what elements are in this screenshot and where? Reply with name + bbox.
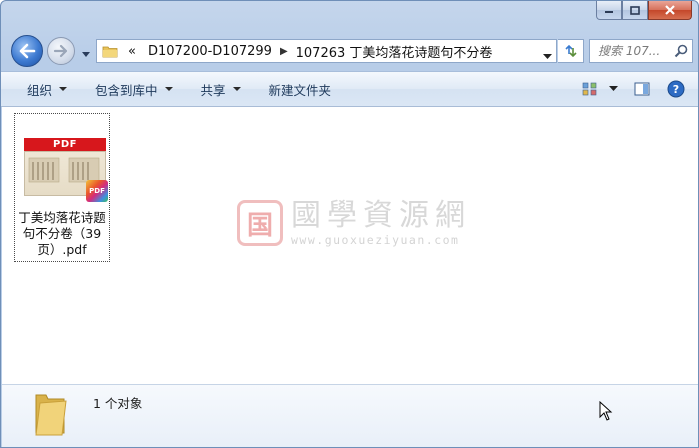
chevron-down-icon bbox=[82, 52, 90, 57]
close-button[interactable] bbox=[648, 1, 692, 20]
view-grid-icon bbox=[582, 82, 597, 96]
refresh-button[interactable] bbox=[558, 39, 584, 63]
back-button[interactable] bbox=[11, 35, 43, 67]
share-button[interactable]: 共享 bbox=[187, 72, 255, 106]
svg-text:?: ? bbox=[673, 83, 679, 96]
chevron-down-icon bbox=[543, 54, 552, 59]
minimize-icon bbox=[605, 11, 613, 13]
help-icon: ? bbox=[667, 80, 685, 98]
minimize-button[interactable] bbox=[596, 1, 622, 20]
breadcrumb-overflow[interactable]: « bbox=[128, 44, 136, 59]
organize-label: 组织 bbox=[27, 82, 53, 98]
breadcrumb-item-parent[interactable]: D107200-D107299 bbox=[148, 44, 272, 59]
breadcrumb: « D107200-D107299 ▶ 107263 丁美均落花诗题句不分卷 bbox=[118, 42, 492, 61]
navigation-bar: « D107200-D107299 ▶ 107263 丁美均落花诗题句不分卷 bbox=[1, 29, 698, 71]
chevron-down-icon bbox=[608, 86, 618, 91]
breadcrumb-separator-icon[interactable]: ▶ bbox=[280, 46, 288, 57]
preview-pane-button[interactable] bbox=[628, 76, 656, 102]
details-pane: 1 个对象 bbox=[2, 384, 698, 447]
preview-pane-icon bbox=[634, 82, 650, 96]
folder-icon bbox=[102, 46, 118, 57]
file-name-label: 丁美均落花诗题句不分卷（39页）.pdf bbox=[18, 210, 106, 257]
new-folder-button[interactable]: 新建文件夹 bbox=[255, 72, 346, 106]
caret-down-icon bbox=[232, 87, 241, 91]
watermark-logo: 国 國學資源網 www.guoxueziyuan.com bbox=[237, 199, 471, 247]
help-button[interactable]: ? bbox=[662, 76, 690, 102]
folder-icon bbox=[35, 394, 67, 436]
arrow-left-icon bbox=[19, 43, 36, 59]
forward-button[interactable] bbox=[47, 37, 75, 65]
include-in-library-label: 包含到库中 bbox=[95, 82, 158, 98]
watermark-seal: 国 bbox=[237, 200, 283, 246]
organize-button[interactable]: 组织 bbox=[1, 72, 81, 106]
search-box[interactable] bbox=[589, 39, 693, 63]
pdf-app-badge: PDF bbox=[86, 180, 108, 202]
arrow-right-icon bbox=[53, 44, 68, 58]
maximize-icon bbox=[630, 5, 640, 15]
file-item-pdf[interactable]: PDF PDF 丁美均落花诗题句不分卷（39页）.pdf bbox=[14, 113, 110, 262]
watermark-text: 國學資源網 www.guoxueziyuan.com bbox=[291, 198, 471, 248]
caption-buttons bbox=[596, 1, 692, 20]
new-folder-label: 新建文件夹 bbox=[268, 82, 332, 98]
caret-down-icon bbox=[164, 87, 173, 91]
share-label: 共享 bbox=[200, 82, 226, 98]
explorer-window: « D107200-D107299 ▶ 107263 丁美均落花诗题句不分卷 搜… bbox=[0, 0, 699, 448]
view-options-dropdown[interactable] bbox=[604, 76, 622, 102]
breadcrumb-item-current[interactable]: 107263 丁美均落花诗题句不分卷 bbox=[296, 42, 493, 61]
watermark-chinese: 國學資源網 bbox=[291, 198, 471, 233]
item-count-text: 1 个对象 bbox=[93, 396, 143, 411]
include-in-library-button[interactable]: 包含到库中 bbox=[81, 72, 187, 106]
watermark-url: www.guoxueziyuan.com bbox=[291, 233, 460, 247]
change-view-button[interactable] bbox=[576, 76, 604, 102]
pdf-thumbnail: PDF PDF bbox=[20, 138, 108, 202]
recent-pages-button[interactable] bbox=[81, 47, 91, 61]
close-icon bbox=[665, 5, 675, 15]
file-list-area[interactable]: 国 國學資源網 www.guoxueziyuan.com PDF PDF 丁美均… bbox=[2, 107, 698, 384]
maximize-button[interactable] bbox=[622, 1, 648, 20]
search-icon[interactable] bbox=[674, 44, 688, 58]
toolbar-right-group: ? bbox=[576, 72, 698, 106]
search-input[interactable] bbox=[598, 44, 674, 58]
command-bar: 组织 包含到库中 共享 新建文件夹 ? bbox=[1, 71, 698, 107]
address-dropdown-button[interactable] bbox=[543, 49, 552, 63]
refresh-icon bbox=[564, 44, 577, 58]
pdf-thumbnail-header: PDF bbox=[24, 138, 106, 151]
mouse-cursor-icon bbox=[599, 401, 613, 421]
caret-down-icon bbox=[59, 87, 68, 91]
address-bar[interactable]: « D107200-D107299 ▶ 107263 丁美均落花诗题句不分卷 bbox=[96, 39, 557, 63]
